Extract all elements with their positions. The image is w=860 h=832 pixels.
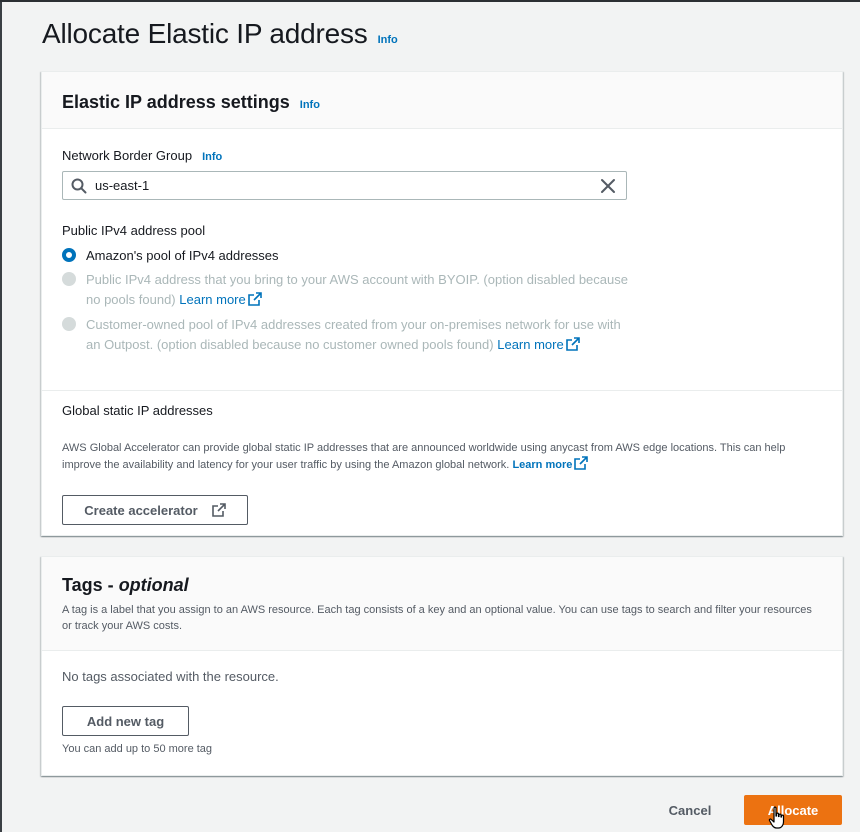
external-link-icon xyxy=(247,292,262,306)
hand-cursor-icon xyxy=(768,806,785,829)
radio-label-customer-owned: Customer-owned pool of IPv4 addresses cr… xyxy=(86,315,631,355)
radio-option-amazon-pool[interactable]: Amazon's pool of IPv4 addresses xyxy=(62,246,279,266)
radio-button-disabled xyxy=(62,317,76,331)
settings-panel-header: Elastic IP address settings Info xyxy=(42,72,842,129)
clear-icon[interactable] xyxy=(600,178,616,194)
external-link-icon xyxy=(565,337,580,351)
global-accelerator-learn-more-link[interactable]: Learn more xyxy=(512,456,589,471)
elastic-ip-settings-panel: Elastic IP address settings Info Network… xyxy=(41,71,843,536)
tags-description: A tag is a label that you assign to an A… xyxy=(62,604,812,632)
cancel-button[interactable]: Cancel xyxy=(655,795,725,825)
tags-panel: Tags - optional A tag is a label that yo… xyxy=(41,556,843,776)
ipv4-pool-label: Public IPv4 address pool xyxy=(62,223,206,238)
network-border-group-info-link[interactable]: Info xyxy=(202,151,222,163)
global-accelerator-description-text: AWS Global Accelerator can provide globa… xyxy=(62,442,786,471)
external-link-icon xyxy=(211,503,226,517)
global-accelerator-description: AWS Global Accelerator can provide globa… xyxy=(62,440,822,473)
settings-heading: Elastic IP address settings Info xyxy=(62,92,822,113)
radio-button-selected[interactable] xyxy=(62,248,76,262)
tags-heading: Tags - optional xyxy=(62,575,822,596)
create-accelerator-button-label: Create accelerator xyxy=(84,502,198,518)
search-icon xyxy=(71,178,87,193)
settings-info-link[interactable]: Info xyxy=(300,99,320,111)
tags-panel-header: Tags - optional A tag is a label that yo… xyxy=(42,557,842,651)
window-frame-left xyxy=(0,0,2,832)
section-divider xyxy=(42,390,842,391)
radio-label-amazon-pool: Amazon's pool of IPv4 addresses xyxy=(86,248,279,263)
page-info-link[interactable]: Info xyxy=(378,34,398,46)
customer-owned-learn-more-link[interactable]: Learn more xyxy=(497,337,580,352)
window-frame-top xyxy=(0,0,860,2)
tags-heading-optional: optional xyxy=(118,575,189,595)
add-new-tag-button-label: Add new tag xyxy=(86,713,165,729)
network-border-group-label: Network Border Group Info xyxy=(62,148,222,163)
allocate-button[interactable]: Allocate xyxy=(744,795,842,825)
page-header: Allocate Elastic IP address Info xyxy=(42,18,398,50)
radio-label-byoip-text: Public IPv4 address that you bring to yo… xyxy=(86,272,628,307)
radio-option-byoip: Public IPv4 address that you bring to yo… xyxy=(62,270,631,310)
global-static-ip-label: Global static IP addresses xyxy=(62,403,213,418)
network-border-group-search xyxy=(62,171,627,200)
page-title: Allocate Elastic IP address xyxy=(42,18,368,49)
settings-heading-text: Elastic IP address settings xyxy=(62,92,290,112)
create-accelerator-button[interactable]: Create accelerator xyxy=(62,495,248,525)
radio-option-customer-owned: Customer-owned pool of IPv4 addresses cr… xyxy=(62,315,631,355)
network-border-group-input[interactable] xyxy=(95,178,575,193)
tags-heading-text: Tags - xyxy=(62,575,114,595)
add-new-tag-button[interactable]: Add new tag xyxy=(62,706,189,736)
network-border-group-label-text: Network Border Group xyxy=(62,148,193,163)
external-link-icon xyxy=(574,456,589,470)
radio-label-byoip: Public IPv4 address that you bring to yo… xyxy=(86,270,631,310)
tag-limit-hint: You can add up to 50 more tag xyxy=(62,743,213,755)
no-tags-message: No tags associated with the resource. xyxy=(62,669,279,684)
radio-button-disabled xyxy=(62,272,76,286)
byoip-learn-more-link[interactable]: Learn more xyxy=(179,292,262,307)
